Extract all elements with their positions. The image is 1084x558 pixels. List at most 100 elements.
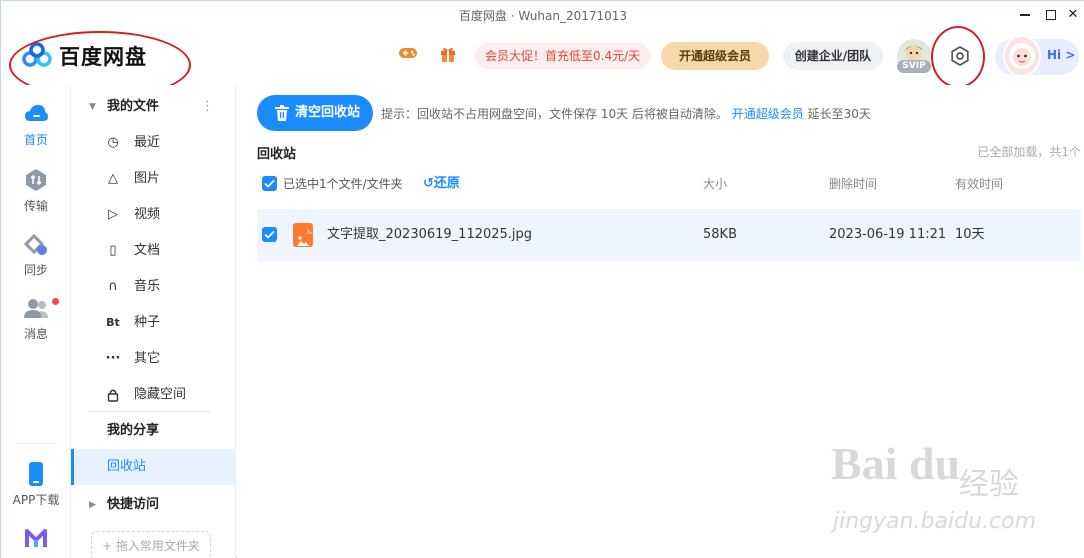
app-m-icon bbox=[25, 529, 47, 547]
rail-item-app-download[interactable]: APP下载 bbox=[1, 461, 71, 508]
rail-item-transfer[interactable]: 传输 bbox=[1, 167, 71, 214]
caret-down-icon: ▼ bbox=[89, 102, 96, 112]
deleted-time: 2023-06-19 11:21 bbox=[829, 227, 947, 242]
title-bar: 百度网盘 · Wuhan_20171013 ✕ bbox=[1, 1, 1084, 29]
nav-item-documents[interactable]: ▯ 文档 bbox=[71, 233, 236, 269]
rail-item-messages[interactable]: 消息 bbox=[1, 295, 71, 342]
nav-divider bbox=[89, 411, 211, 412]
nav-item-label: 种子 bbox=[134, 315, 161, 330]
column-header-deleted-time[interactable]: 删除时间 bbox=[829, 169, 877, 199]
rail-label-sync: 同步 bbox=[23, 263, 48, 277]
nav-item-my-share[interactable]: 我的分享 bbox=[71, 413, 236, 449]
sync-icon bbox=[23, 233, 47, 255]
unread-dot bbox=[52, 298, 59, 305]
restore-label: 还原 bbox=[433, 176, 460, 191]
valid-time: 10天 bbox=[955, 227, 985, 242]
maximize-icon bbox=[1046, 9, 1056, 20]
nav-item-videos[interactable]: ▷ 视频 bbox=[71, 197, 236, 233]
more-vertical-icon[interactable]: ⋮ bbox=[201, 89, 214, 125]
rail-item-home[interactable]: 首页 bbox=[1, 101, 71, 148]
rail-item-extra[interactable] bbox=[1, 525, 71, 555]
rail-label-messages: 消息 bbox=[23, 327, 48, 341]
trash-icon bbox=[275, 105, 289, 121]
page-title: 回收站 bbox=[257, 147, 297, 162]
empty-recycle-bin-button[interactable]: 清空回收站 bbox=[257, 95, 373, 131]
close-button[interactable]: ✕ bbox=[1059, 5, 1084, 25]
select-all-checkbox[interactable] bbox=[262, 176, 277, 191]
lock-icon bbox=[105, 377, 121, 413]
game-icon[interactable] bbox=[397, 45, 419, 67]
file-nav-panel: ▼ 我的文件 ⋮ ◷ 最近 △ 图片 ▷ 视频 ▯ 文档 ∩ 音乐 Bt 种子 bbox=[71, 85, 236, 558]
watermark-logo: Bai du bbox=[831, 438, 961, 489]
nav-item-torrents[interactable]: Bt 种子 bbox=[71, 305, 236, 341]
rail-label-transfer: 传输 bbox=[23, 199, 48, 213]
checkmark-icon bbox=[264, 230, 275, 239]
promo-banner[interactable]: 会员大促！首充低至0.4元/天 bbox=[475, 43, 651, 69]
message-icon bbox=[24, 299, 48, 318]
load-status: 已全部加载，共1个 bbox=[977, 145, 1081, 159]
rail-divider bbox=[15, 443, 57, 444]
row-checkbox[interactable] bbox=[262, 227, 277, 242]
empty-recycle-bin-label: 清空回收站 bbox=[295, 105, 361, 120]
nav-item-images[interactable]: △ 图片 bbox=[71, 161, 236, 197]
nav-share-label: 我的分享 bbox=[107, 423, 160, 438]
svip-badge: SVIP bbox=[897, 60, 931, 73]
column-header-size[interactable]: 大小 bbox=[703, 169, 727, 199]
chevron-right-icon: > bbox=[1065, 48, 1076, 62]
nav-item-label: 文档 bbox=[134, 243, 161, 258]
document-icon: ▯ bbox=[109, 243, 117, 258]
restore-button[interactable]: ↺还原 bbox=[423, 169, 460, 199]
column-header-valid-time[interactable]: 有效时间 bbox=[955, 169, 1003, 199]
caret-right-icon: ▶ bbox=[89, 500, 96, 510]
hint-text: 提示：回收站不占用网盘空间，文件保存 10天 后将被自动清除。 bbox=[381, 107, 728, 121]
file-size: 58KB bbox=[703, 227, 737, 242]
bt-icon: Bt bbox=[106, 316, 120, 329]
settings-gear-icon[interactable] bbox=[949, 45, 971, 67]
clock-icon: ◷ bbox=[107, 135, 119, 150]
video-icon: ▷ bbox=[108, 207, 118, 222]
hint-suffix: 延长至30天 bbox=[803, 107, 871, 121]
nav-item-recycle-bin[interactable]: 回收站 bbox=[71, 449, 236, 485]
image-icon: △ bbox=[108, 171, 118, 186]
table-header: 已选中1个文件/文件夹 ↺还原 大小 删除时间 有效时间 bbox=[257, 169, 1081, 199]
nav-group-quick-access[interactable]: ▶ 快捷访问 bbox=[71, 487, 236, 523]
close-icon: ✕ bbox=[1067, 7, 1079, 22]
image-file-icon bbox=[293, 223, 313, 247]
app-window: 百度网盘 · Wuhan_20171013 ✕ 百度网盘 会员大促！首充低至0.… bbox=[0, 0, 1084, 558]
open-svip-button[interactable]: 开通超级会员 bbox=[661, 42, 769, 70]
checkmark-icon bbox=[264, 179, 275, 188]
nav-group-my-files[interactable]: ▼ 我的文件 ⋮ bbox=[71, 89, 236, 125]
file-name[interactable]: 文字提取_20230619_112025.jpg bbox=[327, 209, 532, 261]
nav-item-label: 视频 bbox=[134, 207, 161, 222]
nav-item-label: 其它 bbox=[134, 351, 161, 366]
nav-item-label: 隐藏空间 bbox=[134, 387, 187, 402]
window-title: 百度网盘 · Wuhan_20171013 bbox=[458, 9, 628, 23]
retention-hint: 提示：回收站不占用网盘空间，文件保存 10天 后将被自动清除。 开通超级会员 延… bbox=[381, 105, 871, 122]
nav-recycle-label: 回收站 bbox=[107, 459, 147, 474]
assistant-hi-label[interactable]: Hi > bbox=[1047, 48, 1075, 62]
baidu-jingyan-watermark: Bai du 经验 jingyan.baidu.com bbox=[831, 437, 1081, 547]
quick-access-drop-zone[interactable]: + 拖入常用文件夹 bbox=[91, 531, 211, 558]
create-team-button[interactable]: 创建企业/团队 bbox=[783, 42, 883, 70]
headphones-icon: ∩ bbox=[108, 279, 118, 294]
app-header: 百度网盘 会员大促！首充低至0.4元/天 开通超级会员 创建企业/团队 SVIP… bbox=[1, 26, 1084, 99]
nav-item-hidden-space[interactable]: 隐藏空间 bbox=[71, 377, 236, 413]
assistant-avatar[interactable] bbox=[1003, 35, 1041, 77]
minimize-button[interactable] bbox=[1011, 5, 1039, 25]
nav-item-music[interactable]: ∩ 音乐 bbox=[71, 269, 236, 305]
rail-label-home: 首页 bbox=[23, 133, 48, 147]
rail-item-sync[interactable]: 同步 bbox=[1, 231, 71, 278]
nav-item-recent[interactable]: ◷ 最近 bbox=[71, 125, 236, 161]
hi-text: Hi bbox=[1047, 48, 1062, 62]
left-rail: 首页 传输 同步 消息 APP下载 bbox=[1, 85, 71, 558]
cloud-icon bbox=[25, 105, 48, 121]
rail-label-app-download: APP下载 bbox=[12, 493, 60, 507]
table-row[interactable]: 文字提取_20230619_112025.jpg 58KB 2023-06-19… bbox=[257, 209, 1081, 261]
restore-icon: ↺ bbox=[423, 176, 434, 191]
watermark-title: 经验 bbox=[959, 467, 1019, 502]
open-svip-link[interactable]: 开通超级会员 bbox=[732, 107, 804, 121]
nav-group-label: 我的文件 bbox=[107, 99, 160, 114]
gift-icon[interactable] bbox=[437, 45, 459, 67]
nav-item-others[interactable]: ··· 其它 bbox=[71, 341, 236, 377]
watermark-url: jingyan.baidu.com bbox=[833, 509, 1037, 534]
